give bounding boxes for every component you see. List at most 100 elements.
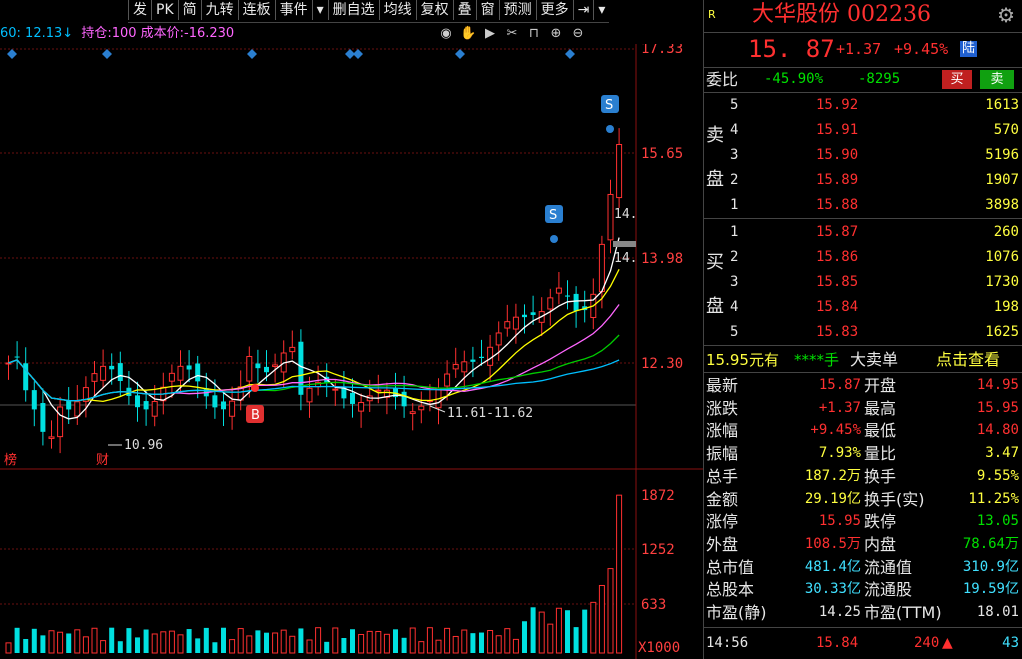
candle	[607, 179, 614, 254]
toolbar-button[interactable]: ▾	[593, 0, 609, 20]
big-sell-label: 大卖单	[850, 350, 899, 369]
tick-price: 15.84	[816, 635, 859, 651]
candle	[14, 341, 20, 370]
order-volume: 5196	[985, 147, 1019, 163]
candle	[418, 391, 425, 424]
stat-label: 市盈(TTM)	[864, 603, 942, 622]
price-axis-tick: 17.33	[641, 44, 683, 57]
candlestick-chart[interactable]: 10.96 11.61-11.62 14. 14. 榜 财 B S S 17.3…	[0, 44, 703, 659]
toolbar-button[interactable]: 发	[128, 0, 151, 20]
play-icon[interactable]: ▶	[482, 26, 498, 42]
eye-icon[interactable]: ◉	[438, 26, 454, 42]
bid-row[interactable]: 5 15.83 1625	[704, 320, 1022, 345]
stat-value: 14.80	[976, 422, 1019, 439]
tick-row: 14:56 15.84 240 ▲ 43	[704, 627, 1022, 658]
stat-row: 总股本 30.33亿 流通股 19.59亿	[704, 578, 1022, 601]
big-order-row: 15.95元有 ****手 大卖单 点击查看	[704, 348, 1022, 373]
toolbar-button[interactable]: 删自选	[327, 0, 379, 20]
order-price: 15.89	[816, 172, 859, 188]
stat-row: 涨停 15.95 跌停 13.05	[704, 510, 1022, 533]
bid-row[interactable]: 2 15.86 1076	[704, 245, 1022, 270]
stat-label: 流通值	[864, 557, 913, 577]
stat-label: 最低	[864, 421, 897, 441]
toolbar-button[interactable]: 窗	[475, 0, 499, 20]
stat-label: 市盈(静)	[706, 603, 767, 622]
stat-label: 量比	[864, 444, 897, 464]
zoom-out-icon[interactable]: ⊖	[570, 26, 586, 42]
volume-bar	[280, 629, 287, 654]
toolbar-button[interactable]: PK	[151, 0, 178, 20]
scissors-icon[interactable]: ✂	[504, 26, 520, 42]
candle	[186, 350, 192, 383]
hand-icon[interactable]: ✋	[460, 26, 476, 42]
stat-value: 14.25	[818, 604, 861, 620]
level: 2	[730, 172, 739, 188]
candle	[573, 286, 579, 328]
tick-count: 43	[1002, 635, 1019, 651]
ask-row[interactable]: 4 15.91 570	[704, 118, 1022, 143]
stat-value: 14.95	[976, 377, 1019, 393]
gear-icon[interactable]: ⚙	[997, 0, 1015, 30]
buy-button[interactable]: 买	[942, 70, 972, 89]
ma5-line	[8, 237, 620, 420]
volume-bar	[237, 628, 244, 654]
toolbar-button[interactable]: ⇥	[572, 0, 594, 20]
volume-bar	[221, 627, 226, 653]
volume-bar	[168, 630, 175, 654]
candle	[5, 355, 12, 380]
toolbar-button[interactable]: 预测	[498, 0, 536, 20]
toolbar-button[interactable]: ▾	[311, 0, 328, 20]
toolbar-button[interactable]: 连板	[237, 0, 275, 20]
stat-row: 外盘 108.5万 内盘 78.64万	[704, 533, 1022, 556]
volume-bar	[582, 609, 588, 653]
toolbar-button[interactable]: 均线	[378, 0, 416, 20]
toolbar-button[interactable]: 复权	[415, 0, 453, 20]
volume-bar	[229, 639, 236, 654]
price-tag: 14.	[614, 207, 637, 222]
volume-bar	[66, 633, 72, 653]
view-detail-link[interactable]: 点击查看	[936, 348, 1000, 372]
ask-row[interactable]: 5 15.92 1613	[704, 93, 1022, 118]
bid-row[interactable]: 3 15.85 1730	[704, 270, 1022, 295]
volume-bar	[117, 641, 123, 653]
toolbar-button[interactable]: 简	[177, 0, 201, 20]
volume-bar	[143, 629, 149, 653]
candle	[23, 347, 29, 402]
volume-bar	[530, 607, 536, 653]
toolbar-button[interactable]: 叠	[452, 0, 476, 20]
bid-row[interactable]: 1 15.87 260	[704, 220, 1022, 245]
candle	[40, 388, 46, 446]
zoom-in-icon[interactable]: ⊕	[548, 26, 564, 42]
volume-bar	[573, 627, 579, 653]
bid-row[interactable]: 4 15.84 198	[704, 295, 1022, 320]
toolbar-button[interactable]: 更多	[535, 0, 573, 20]
candle	[565, 280, 570, 310]
stat-label: 跌停	[864, 512, 897, 532]
price-row: 15. 87 +1.37 +9.45% 陆	[704, 34, 1022, 64]
ask-row[interactable]: 3 15.90 5196	[704, 143, 1022, 168]
lock-icon[interactable]: ⊓	[526, 26, 542, 42]
volume-bars	[5, 494, 623, 654]
stat-label: 内盘	[864, 534, 897, 554]
ask-row[interactable]: 2 15.89 1907	[704, 168, 1022, 193]
volume-bar	[401, 637, 407, 653]
toolbar-button[interactable]: 九转	[200, 0, 238, 20]
toolbar-button[interactable]: 事件	[274, 0, 312, 20]
candle	[151, 384, 158, 427]
sell-button[interactable]: 卖	[980, 70, 1014, 89]
ask-row[interactable]: 1 15.88 3898	[704, 193, 1022, 218]
stat-label: 开盘	[864, 376, 897, 395]
volume-bar	[315, 627, 322, 654]
event-diamond	[455, 49, 465, 59]
volume-bar	[48, 630, 55, 654]
candle	[555, 272, 562, 305]
quote-panel: R 大华股份 002236 ⚙ 15. 87 +1.37 +9.45% 陆 委比…	[703, 0, 1022, 659]
stat-value: 15.95	[976, 399, 1019, 416]
volume-bar	[264, 632, 269, 653]
price-axis-tick: 13.98	[641, 251, 683, 267]
order-volume: 260	[993, 224, 1019, 240]
stat-value: 19.59亿	[962, 581, 1019, 598]
volume-bar	[590, 601, 597, 654]
finance-mark: 财	[96, 453, 109, 468]
order-price: 15.83	[816, 324, 859, 340]
